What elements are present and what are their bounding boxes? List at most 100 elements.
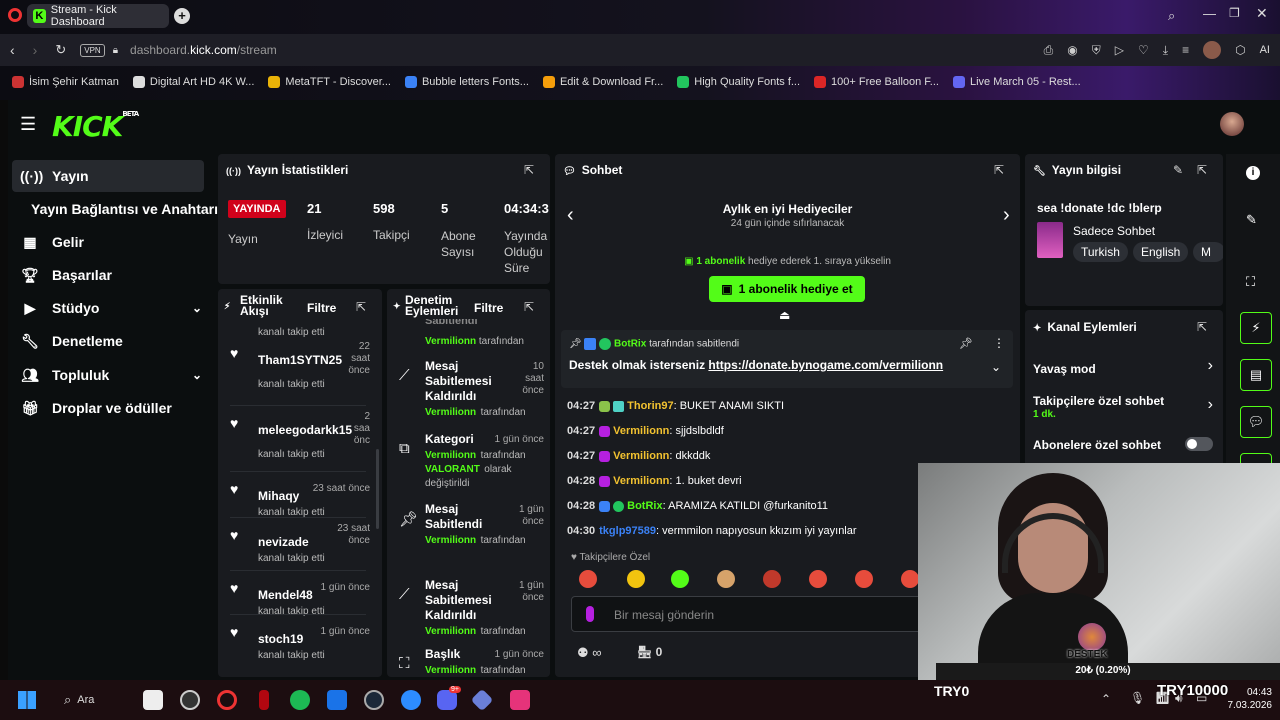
emote-icon[interactable]: [855, 570, 873, 588]
list-item[interactable]: ♥ nevizade 23 saat önce kanalı takip etti: [218, 523, 378, 579]
play-icon[interactable]: ▷: [1115, 43, 1124, 57]
nav-topluluk[interactable]: 👥︎ Topluluk ⌄: [12, 359, 204, 391]
chat-message[interactable]: 04:28 Vermilionn: 1. buket devri: [567, 475, 742, 487]
netflix-icon[interactable]: [259, 690, 269, 710]
chat-rail-button[interactable]: 💬︎: [1240, 406, 1272, 438]
emote-icon[interactable]: [901, 570, 919, 588]
list-item[interactable]: ⛶ Başlık 1 gün önce Vermilionn tarafından: [387, 647, 550, 677]
mic-tray-icon[interactable]: 🎙︎: [1130, 691, 1145, 705]
pinned-app-icon[interactable]: [510, 690, 530, 710]
chat-username[interactable]: Vermilionn: [613, 450, 669, 462]
chat-username[interactable]: tkglp97589: [599, 525, 656, 537]
nav-denetleme[interactable]: 🔧︎ Denetleme: [12, 325, 204, 357]
taskview-icon[interactable]: [143, 690, 163, 710]
taskbar-search[interactable]: ⌕ Ara: [64, 688, 124, 712]
nav-studyo[interactable]: ▶ Stüdyo ⌄: [12, 292, 204, 324]
bookmark-item[interactable]: MetaTFT - Discover...: [268, 76, 391, 88]
user-avatar[interactable]: [1220, 112, 1244, 136]
notes-button[interactable]: ▤: [1240, 359, 1272, 391]
camera-icon[interactable]: ◉: [1067, 43, 1077, 57]
minimize-icon[interactable]: —: [1203, 6, 1216, 21]
shield-icon[interactable]: ⛨: [1092, 43, 1101, 58]
url-text[interactable]: dashboard.kick.com/stream: [130, 43, 277, 57]
gift-sub-button[interactable]: ▣ 1 abonelik hediye et: [709, 276, 865, 302]
windows-start-icon[interactable]: [18, 691, 36, 709]
followers-chat-row[interactable]: Takipçilere özel sohbet 1 dk. ›: [1033, 394, 1213, 424]
emote-icon[interactable]: [627, 570, 645, 588]
opera-taskbar-icon[interactable]: [217, 690, 237, 710]
popout-icon[interactable]: ⇱: [356, 300, 366, 314]
tag-partial[interactable]: M: [1193, 242, 1223, 262]
chat-message[interactable]: 04:27 Vermilionn: dkkddk: [567, 450, 710, 462]
expand-chevron-icon[interactable]: ⌄: [991, 360, 1001, 374]
nav-droplar[interactable]: 🎁︎ Droplar ve ödüller: [12, 392, 204, 424]
list-item[interactable]: ♥ Tham1SYTN25 22 saat önce kanalı takip etti: [218, 341, 378, 406]
emote-icon[interactable]: [717, 570, 735, 588]
emote-icon[interactable]: [579, 570, 597, 588]
list-item[interactable]: ⟋ Mesaj Sabitlemesi Kaldırıldı 1 gün önce Ve…: [387, 578, 550, 648]
vpn-badge[interactable]: VPN: [80, 43, 105, 57]
pinned-by-user[interactable]: BotRix: [614, 339, 646, 350]
bookmark-item[interactable]: High Quality Fonts f...: [677, 76, 800, 88]
close-window-icon[interactable]: ✕: [1256, 5, 1268, 22]
emote-icon[interactable]: [763, 570, 781, 588]
extensions-icon[interactable]: ⬡: [1235, 43, 1245, 57]
bookmark-item[interactable]: Edit & Download Fr...: [542, 76, 663, 88]
reload-icon[interactable]: ↻: [55, 42, 66, 58]
mod-filter-button[interactable]: Filtre: [474, 301, 503, 315]
chat-username[interactable]: BotRix: [627, 500, 662, 512]
nav-basarilar[interactable]: 🏆︎ Başarılar: [12, 259, 204, 291]
heart-icon[interactable]: ♡: [1138, 43, 1149, 57]
list-item[interactable]: ♥ meleegodarkk15 2 saa önc kanalı takip etti: [218, 411, 378, 472]
activity-filter-button[interactable]: Filtre: [307, 301, 336, 315]
bookmark-item[interactable]: Bubble letters Fonts...: [404, 76, 529, 88]
points-display[interactable]: ⚉ ∞: [577, 645, 602, 661]
list-item[interactable]: ♥ stoch19 1 gün önce kanalı takip etti: [218, 620, 378, 676]
zoom-icon[interactable]: [401, 690, 421, 710]
quick-action-bolt-button[interactable]: ⚡︎: [1240, 312, 1272, 344]
nav-baglanti[interactable]: Yayın Bağlantısı ve Anahtarı: [12, 193, 222, 225]
chat-message[interactable]: 04:30 tkglp97589: vermmilon napıyosun kkı…: [567, 525, 857, 537]
browser-tab-active[interactable]: K Stream - Kick Dashboard: [27, 4, 169, 28]
steam-icon[interactable]: [364, 690, 384, 710]
list-item[interactable]: 📌︎ Mesaj Sabitlendi 1 gün önce Vermilionn ta…: [387, 502, 550, 572]
popout-icon[interactable]: ⇱: [1197, 320, 1207, 334]
download-icon[interactable]: ⤓: [1163, 43, 1168, 58]
collapse-icon[interactable]: ⏏: [779, 308, 790, 322]
category-thumbnail[interactable]: [1037, 222, 1063, 258]
emote-icon[interactable]: [809, 570, 827, 588]
follower-name[interactable]: meleegodarkk15: [258, 423, 352, 437]
pinned-message[interactable]: 📌︎ BotRix tarafından sabitlendi 📌︎ ⋮ Des…: [561, 330, 1013, 388]
fullscreen-icon[interactable]: ⛶: [1246, 274, 1255, 290]
popout-icon[interactable]: ⇱: [1197, 163, 1207, 177]
mod-user[interactable]: Vermilionn: [425, 450, 476, 461]
snapshot-icon[interactable]: ⎙: [1044, 43, 1054, 58]
spotify-icon[interactable]: [290, 690, 310, 710]
mod-top-user[interactable]: Vermilionn: [425, 336, 476, 347]
forward-icon[interactable]: ›: [33, 42, 38, 58]
info-icon[interactable]: i: [1246, 166, 1260, 180]
bookmark-item[interactable]: İsim Şehir Katman: [12, 76, 119, 88]
slow-mode-row[interactable]: Yavaş mod ›: [1033, 357, 1213, 380]
rail-button-partial[interactable]: [1240, 453, 1272, 463]
menu-lines-icon[interactable]: ≡: [1182, 43, 1189, 57]
mod-user[interactable]: Vermilionn: [425, 626, 476, 637]
profile-avatar[interactable]: [1203, 41, 1222, 59]
subs-chat-toggle[interactable]: [1185, 437, 1213, 451]
hamburger-menu-icon[interactable]: ☰: [20, 114, 36, 135]
activity-scrollbar[interactable]: [376, 449, 379, 529]
chat-username[interactable]: Vermilionn: [613, 475, 669, 487]
list-item[interactable]: ⟋ Mesaj Sabitlemesi Kaldırıldı 10 saat önce V…: [387, 359, 550, 429]
follower-name[interactable]: stoch19: [258, 632, 303, 646]
follower-name[interactable]: Mihaqy: [258, 489, 299, 503]
opera-logo-icon[interactable]: [8, 8, 22, 22]
emote-icon[interactable]: [671, 570, 689, 588]
chat-username[interactable]: Thorin97: [627, 400, 673, 412]
back-icon[interactable]: ‹: [10, 42, 15, 58]
mod-user[interactable]: Vermilionn: [425, 665, 476, 676]
chat-message[interactable]: 04:27 Thorin97: BUKET ANAMI SIKTI: [567, 400, 784, 412]
popout-icon[interactable]: ⇱: [994, 163, 1004, 177]
chat-message[interactable]: 04:28 BotRix: ARAMIZA KATILDI @furkanito1…: [567, 500, 828, 512]
bookmark-item[interactable]: Digital Art HD 4K W...: [132, 76, 254, 88]
browser-search-icon[interactable]: ⌕: [1168, 8, 1175, 24]
